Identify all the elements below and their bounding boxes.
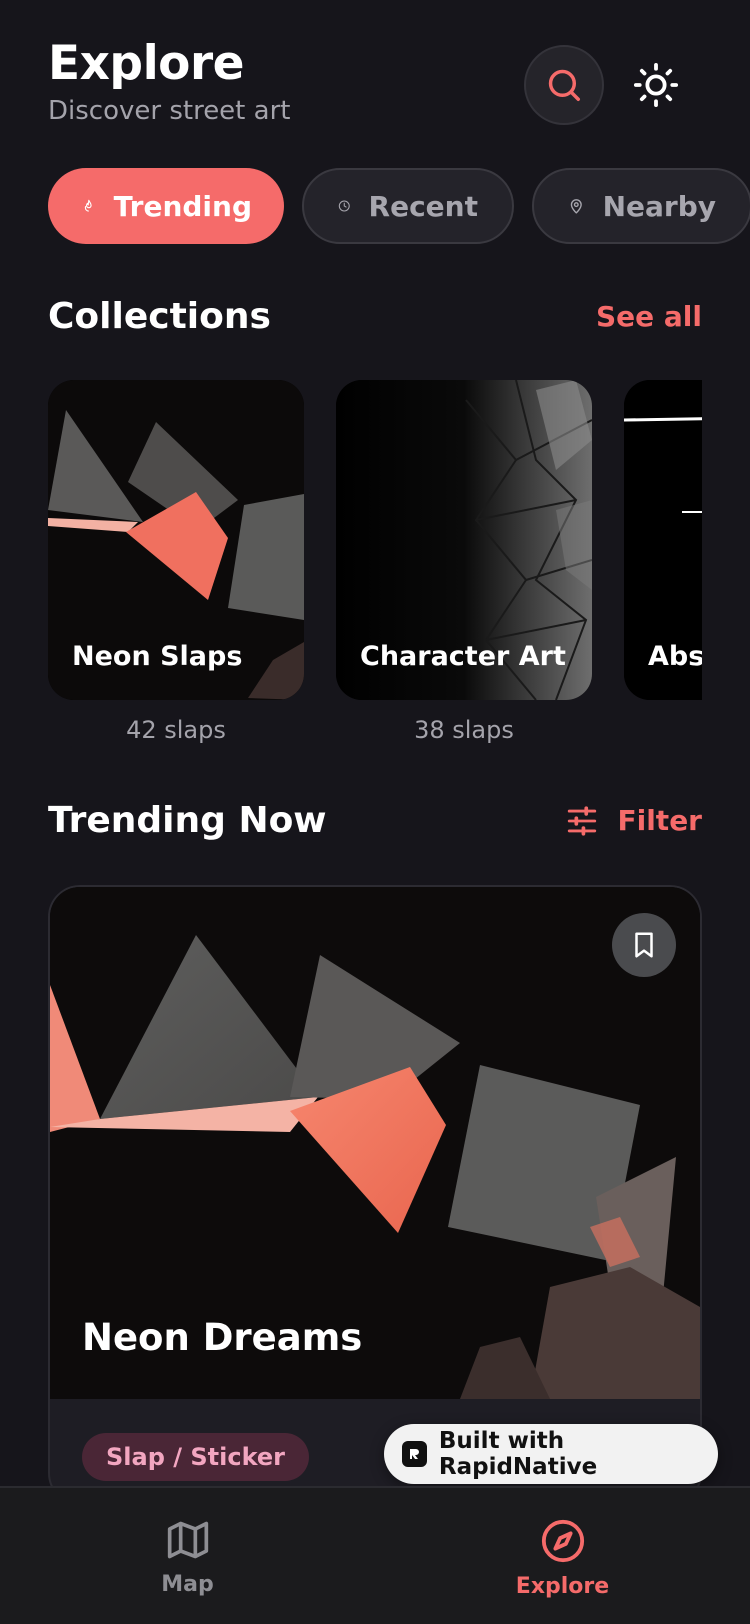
map-pin-icon [570,199,582,214]
trending-header: Trending Now Filter [48,800,702,841]
filter-label: Filter [617,804,702,837]
chip-nearby[interactable]: Nearby [532,168,750,244]
bookmark-icon [635,932,653,958]
search-icon [548,69,580,101]
collections-carousel[interactable]: Neon Slaps 42 slaps Character Art 38 sla… [48,380,702,760]
collection-count: 38 slaps [414,716,514,744]
flame-icon [84,199,92,212]
page-subtitle: Discover street art [48,96,291,126]
built-with-label: Built with RapidNative [438,1428,598,1480]
built-with-badge[interactable]: Built with RapidNative [384,1424,718,1484]
collection-card-neon-slaps[interactable]: Neon Slaps [48,380,304,700]
sliders-icon [568,805,597,836]
tab-explore[interactable]: Explore [375,1488,750,1624]
collection-name: Character Art [360,641,566,672]
collection-item[interactable]: Abstract [624,380,702,700]
category-tag: Slap / Sticker [82,1433,310,1481]
filter-chips: Trending Recent Nearby [48,168,750,244]
sun-icon [633,62,679,108]
chip-trending-label: Trending [113,189,252,223]
chip-recent[interactable]: Recent [302,168,514,244]
chip-nearby-label: Nearby [602,189,716,223]
trending-card[interactable]: Neon Dreams Slap / Sticker [48,885,702,1505]
bottom-tab-bar: Map Explore [0,1486,750,1624]
collection-name: Neon Slaps [72,641,243,672]
collection-count: 42 slaps [126,716,226,744]
see-all-link[interactable]: See all [596,300,702,333]
map-icon [167,1521,208,1559]
search-button[interactable] [524,45,604,125]
chip-trending[interactable]: Trending [48,168,284,244]
collections-title: Collections [48,296,271,337]
collection-card-character-art[interactable]: Character Art [336,380,592,700]
tab-map-label: Map [161,1572,214,1597]
clock-icon [338,200,350,212]
trending-card-image: Neon Dreams [50,887,700,1399]
theme-toggle-button[interactable] [626,45,686,125]
collection-item[interactable]: Character Art 38 slaps [336,380,592,744]
collection-item[interactable]: Neon Slaps 42 slaps [48,380,304,744]
chip-recent-label: Recent [368,189,478,223]
trending-card-title: Neon Dreams [82,1316,363,1359]
bookmark-button[interactable] [612,913,676,977]
compass-icon [541,1519,584,1563]
trending-title: Trending Now [48,800,327,841]
collection-name: Abstract [648,641,702,672]
tab-map[interactable]: Map [0,1488,375,1624]
tab-explore-label: Explore [515,1574,610,1599]
header: Explore Discover street art [48,36,702,136]
collection-card-abstract[interactable]: Abstract [624,380,702,700]
rapidnative-logo-icon [402,1441,427,1467]
filter-button[interactable]: Filter [565,804,702,838]
collections-header: Collections See all [48,296,702,337]
